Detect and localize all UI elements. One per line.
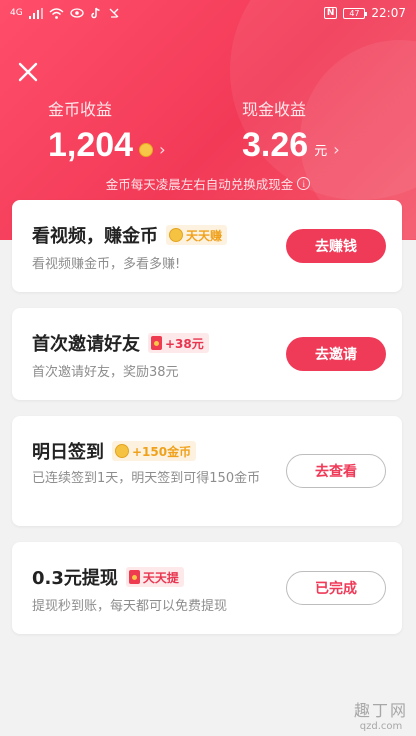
task-card-watch-video: 看视频，赚金币 天天赚 看视频赚金币，多看多赚! 去赚钱 — [12, 200, 402, 292]
gold-coin-icon — [169, 228, 183, 242]
battery-icon: 47 — [343, 7, 368, 19]
gold-coin-icon — [139, 142, 154, 157]
watermark-url: qzd.com — [359, 721, 403, 732]
cash-unit: 元 — [314, 144, 328, 159]
earn-money-button[interactable]: 去赚钱 — [286, 229, 386, 263]
chevron-right-icon: › — [159, 140, 166, 159]
coin-earnings-label: 金币收益 — [48, 100, 113, 119]
task-badge-text: +38元 — [165, 336, 204, 351]
wifi-icon — [49, 7, 64, 19]
status-bar: 4G N 47 22:07 — [0, 0, 416, 26]
task-badge: 天天赚 — [166, 225, 228, 245]
task-title: 0.3元提现 — [32, 568, 118, 589]
eye-icon — [70, 8, 84, 18]
battery-level: 47 — [349, 8, 360, 18]
nfc-icon: N — [323, 7, 338, 19]
task-card-check-in: 明日签到 +150金币 已连续签到1天，明天签到可得150金币 去查看 — [12, 416, 402, 526]
view-button[interactable]: 去查看 — [286, 454, 386, 488]
exchange-notice: 金币每天凌晨左右自动兑换成现金 i — [0, 174, 416, 193]
task-card-withdraw: 0.3元提现 天天提 提现秒到账，每天都可以免费提现 已完成 — [12, 542, 402, 634]
task-title: 明日签到 — [32, 442, 104, 463]
invite-button[interactable]: 去邀请 — [286, 337, 386, 371]
task-desc: 提现秒到账，每天都可以免费提现 — [32, 599, 228, 614]
task-desc: 首次邀请好友，奖励38元 — [32, 365, 179, 380]
close-icon[interactable] — [16, 60, 40, 84]
cash-earnings-value: 3.26 — [242, 126, 309, 164]
cash-earnings[interactable]: 现金收益 3.26 元 › — [242, 96, 340, 165]
cash-earnings-label: 现金收益 — [242, 100, 307, 119]
task-desc: 已连续签到1天，明天签到可得150金币 — [32, 471, 261, 486]
gold-coin-icon — [115, 444, 129, 458]
task-badge: +38元 — [148, 333, 209, 353]
task-desc: 看视频赚金币，多看多赚! — [32, 257, 181, 272]
task-badge: 天天提 — [125, 567, 184, 587]
watermark-name: 趣丁网 — [353, 701, 408, 720]
task-badge: +150金币 — [112, 441, 197, 461]
red-envelope-icon — [128, 570, 140, 584]
info-icon[interactable]: i — [297, 177, 311, 190]
task-title: 看视频，赚金币 — [32, 226, 158, 247]
coin-earnings-value: 1,204 — [48, 126, 134, 164]
task-card-invite-friend: 首次邀请好友 +38元 首次邀请好友，奖励38元 去邀请 — [12, 308, 402, 400]
site-watermark: 趣丁网 qzd.com — [354, 697, 408, 732]
task-badge-text: +150金币 — [132, 444, 192, 459]
red-envelope-icon — [151, 336, 162, 350]
coin-earnings[interactable]: 金币收益 1,204 › — [48, 96, 166, 165]
tiktok-icon — [90, 7, 102, 19]
completed-button[interactable]: 已完成 — [286, 571, 386, 605]
chevron-right-icon: › — [333, 140, 340, 159]
signal-bars-icon — [28, 7, 43, 19]
clock: 22:07 — [371, 6, 406, 20]
signal-label: 4G — [10, 7, 23, 18]
task-title: 首次邀请好友 — [32, 334, 140, 355]
task-badge-text: 天天赚 — [186, 228, 223, 243]
notification-icon — [108, 7, 120, 19]
task-badge-text: 天天提 — [142, 570, 179, 585]
exchange-notice-text: 金币每天凌晨左右自动兑换成现金 — [105, 177, 294, 192]
